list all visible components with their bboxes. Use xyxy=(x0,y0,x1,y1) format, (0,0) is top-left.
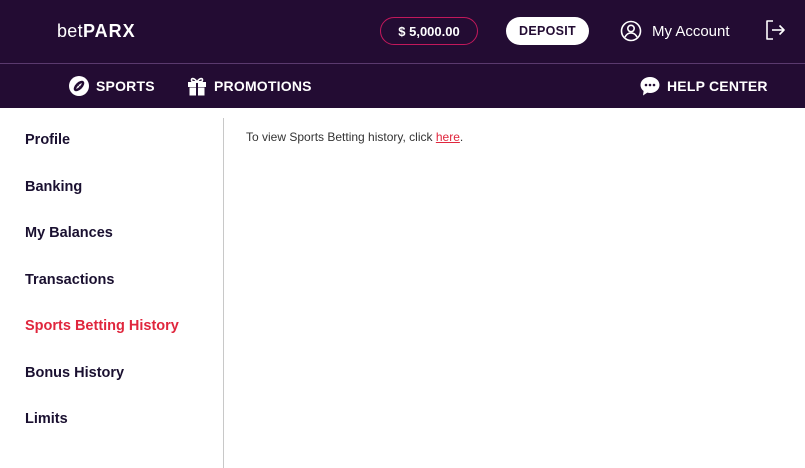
sidebar-item-sports-betting-history[interactable]: Sports Betting History xyxy=(25,316,179,336)
sidebar-item-limits[interactable]: Limits xyxy=(25,409,68,429)
sidebar-item-my-balances[interactable]: My Balances xyxy=(25,223,113,243)
my-account-button[interactable]: My Account xyxy=(620,18,730,44)
balance-pill[interactable]: $ 5,000.00 xyxy=(380,17,478,45)
logout-icon[interactable] xyxy=(764,19,786,41)
betparx-logo[interactable]: betPARX xyxy=(57,20,136,42)
logo-text-light: bet xyxy=(57,21,83,41)
deposit-button[interactable]: DEPOSIT xyxy=(506,17,589,45)
football-icon xyxy=(68,75,90,97)
nav-promotions-label: PROMOTIONS xyxy=(214,78,312,94)
here-link[interactable]: here xyxy=(436,130,460,144)
sidebar-item-banking[interactable]: Banking xyxy=(25,177,82,197)
nav-help-label: HELP CENTER xyxy=(667,78,768,94)
my-account-label: My Account xyxy=(652,22,730,40)
message-text: To view Sports Betting history, click xyxy=(246,130,436,144)
nav-help-center[interactable]: HELP CENTER xyxy=(639,64,768,108)
nav-sports-label: SPORTS xyxy=(96,78,155,94)
sidebar-item-profile[interactable]: Profile xyxy=(25,130,70,150)
user-icon xyxy=(620,20,642,42)
message-period: . xyxy=(459,130,464,144)
sidebar-item-bonus-history[interactable]: Bonus History xyxy=(25,363,124,383)
nav-sports[interactable]: SPORTS xyxy=(68,64,155,108)
sidebar-item-transactions[interactable]: Transactions xyxy=(25,270,114,290)
logo-text-bold: PARX xyxy=(82,21,136,41)
account-sidebar: Profile Banking My Balances Transactions… xyxy=(0,118,224,468)
nav-promotions[interactable]: PROMOTIONS xyxy=(186,64,312,108)
top-header: betPARX $ 5,000.00 DEPOSIT My Account xyxy=(0,0,805,63)
main-nav: SPORTS PROMOTIONS HELP CENTER xyxy=(0,64,805,108)
gift-icon xyxy=(186,75,208,97)
chat-bubble-icon xyxy=(639,75,661,97)
sports-betting-history-message: To view Sports Betting history, click he… xyxy=(246,129,463,145)
